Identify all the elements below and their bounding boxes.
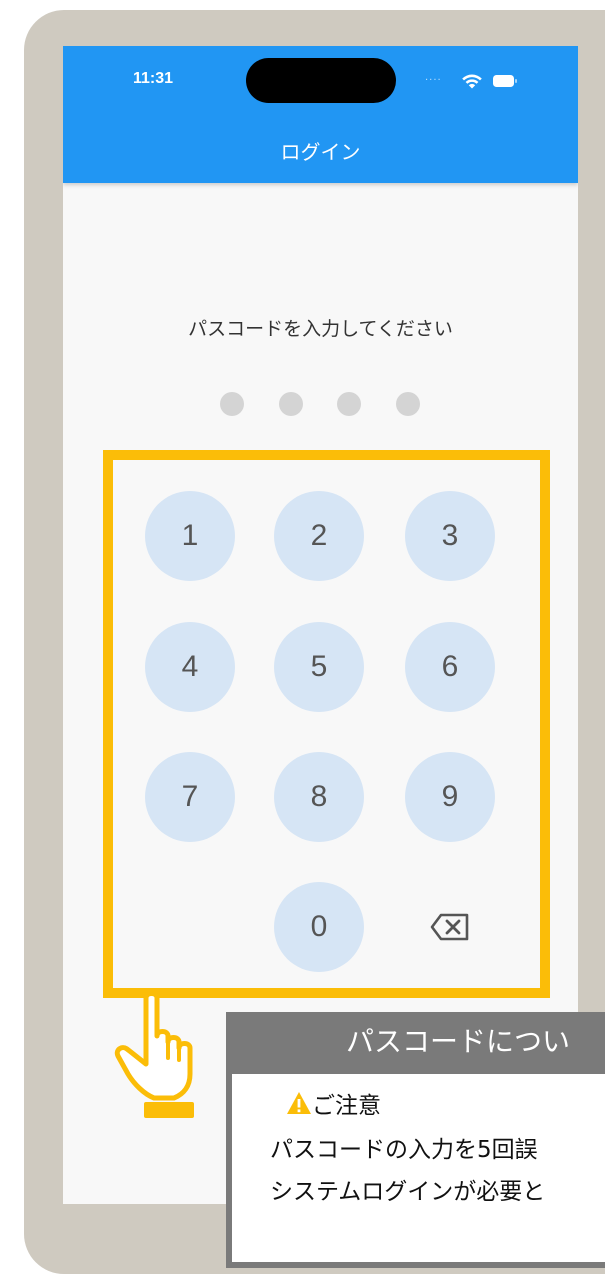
callout-text-line-1: パスコードの入力を5回誤: [270, 1137, 538, 1163]
status-time: 11:31: [133, 70, 174, 87]
passcode-callout: パスコードについ ご注意 パスコードの入力を5回誤 システムログインが必要と: [226, 1012, 605, 1268]
page-title: ログイン: [280, 140, 361, 164]
app-bar: 11:31 .... ログイン: [63, 46, 578, 183]
callout-text-line-2: システムログインが必要と: [270, 1179, 546, 1205]
wifi-icon: [462, 74, 482, 89]
passcode-dot-2: [279, 392, 303, 416]
passcode-dot-4: [396, 392, 420, 416]
passcode-prompt: パスコードを入力してください: [188, 318, 453, 340]
passcode-dot-1: [220, 392, 244, 416]
callout-title: パスコードについ: [346, 1025, 571, 1058]
battery-icon: [493, 75, 517, 87]
keypad-highlight-box: [103, 450, 550, 998]
caution-heading: ご注意: [286, 1086, 381, 1120]
caution-label: ご注意: [312, 1093, 381, 1119]
pointing-hand-icon: [114, 991, 194, 1118]
callout-body: ご注意 パスコードの入力を5回誤 システムログインが必要と: [232, 1074, 605, 1262]
passcode-indicator: [220, 392, 420, 416]
passcode-dot-3: [337, 392, 361, 416]
signal-dots: ....: [425, 72, 442, 83]
dynamic-island: [246, 58, 396, 103]
warning-icon: [287, 1092, 311, 1114]
page: 11:31 .... ログイン パスコードを入力してください 1 2 3 4 5…: [0, 0, 605, 1281]
